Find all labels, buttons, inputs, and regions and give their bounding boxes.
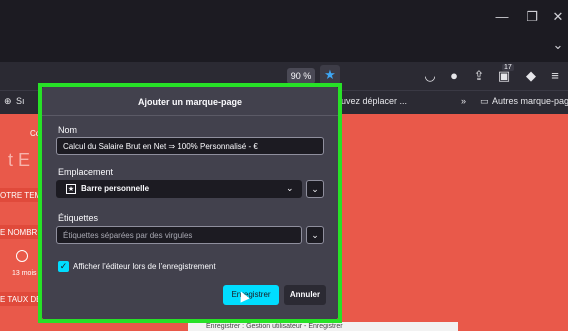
pocket-icon[interactable]: ◡ [421,67,439,85]
menu-icon[interactable]: ≡ [546,67,564,85]
tags-placeholder: Étiquettes séparées par des virgules [63,231,193,240]
star-folder-icon: ★ [66,184,76,194]
dialog-title: Ajouter un marque-page [137,97,242,107]
page-fragment: E NOMBRE [0,228,43,237]
chevron-down-icon: ⌄ [311,230,319,240]
radio-icon[interactable] [16,250,28,262]
location-label: Emplacement [58,167,114,177]
page-fragment: t E [8,150,31,170]
page-fragment: OTRE TEM [0,191,42,200]
bookmark-fragment[interactable]: Sı [16,96,25,106]
name-label: Nom [58,125,78,135]
bookmark-dialog: Ajouter un marque-page Nom Calcul du Sal… [42,87,338,319]
bookmarks-move-hint: uvez déplacer ... [341,96,408,106]
location-value: Barre personnelle [81,184,150,193]
minimize-icon[interactable]: — [488,6,516,28]
taskbar-peek: Enregistrer : Gestion utilisateur - Enre… [188,322,458,331]
show-editor-checkbox[interactable]: ✓ [58,261,69,272]
expand-tags-button[interactable]: ⌄ [306,226,324,244]
cancel-button[interactable]: Annuler [284,285,326,305]
share-icon[interactable]: ⇪ [470,67,488,85]
ublock-icon[interactable]: ● [445,67,463,85]
show-editor-label: Afficher l’éditeur lors de l’enregistrem… [73,262,216,271]
tags-label: Étiquettes [58,213,99,223]
dialog-separator [42,115,338,116]
location-select[interactable]: ★ Barre personnelle ⌄ [56,180,302,198]
save-button[interactable]: Enregistrer [223,285,279,305]
other-bookmarks-folder[interactable]: Autres marque-pages [492,96,568,106]
checkmark-icon: ✓ [59,261,68,271]
expand-folders-button[interactable]: ⌄ [306,180,324,198]
star-icon: ★ [324,67,336,82]
page-fragment: 13 mois [12,270,37,277]
name-input[interactable]: Calcul du Salaire Brut en Net ⇒ 100% Per… [56,137,324,155]
extensions-icon[interactable]: ◆ [522,67,540,85]
bookmark-star-button[interactable]: ★ [320,65,340,85]
title-bar [0,0,568,62]
globe-icon: ⊕ [4,96,12,106]
chevron-down-icon: ⌄ [286,183,294,193]
folder-icon: ▭ [480,96,489,106]
chevrons-right-icon[interactable]: » [461,96,466,106]
zoom-indicator[interactable]: 90 % [287,68,315,84]
tags-input[interactable]: Étiquettes séparées par des virgules [56,226,302,244]
page-fragment: E TAUX DE [0,295,42,304]
chevron-down-icon: ⌄ [311,184,319,194]
extension-badge-count: 17 [502,64,514,71]
restore-icon[interactable]: ❐ [518,6,546,28]
chevron-down-icon[interactable]: ⌄ [544,34,568,56]
close-window-icon[interactable]: ✕ [544,6,568,28]
